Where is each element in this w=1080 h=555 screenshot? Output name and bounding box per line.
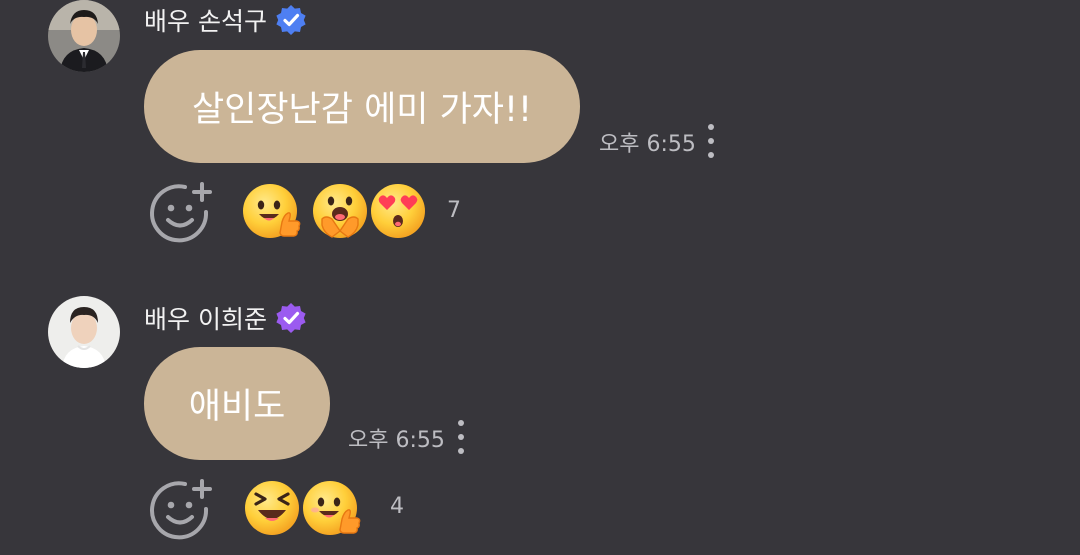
message-text: 살인장난감 에미 가자!!	[191, 90, 533, 130]
add-reaction-icon[interactable]	[148, 478, 214, 544]
sender-name-row: 배우 이희준	[144, 300, 307, 336]
reaction-count: 4	[390, 494, 404, 519]
sender-name[interactable]: 배우 손석구	[144, 2, 267, 38]
avatar-sender-2[interactable]	[48, 296, 120, 368]
message-time: 오후 6:55	[599, 132, 696, 157]
avatar-sender-1[interactable]	[48, 0, 120, 72]
thumbs-up-emoji[interactable]	[242, 181, 302, 241]
heart-eyes-emoji[interactable]	[368, 181, 428, 241]
add-reaction-icon[interactable]	[148, 181, 214, 247]
more-options-icon[interactable]	[705, 124, 717, 158]
thumbs-up-emoji[interactable]	[302, 478, 362, 538]
sender-name[interactable]: 배우 이희준	[144, 300, 267, 336]
avatar-image	[48, 0, 120, 72]
message-text: 애비도	[188, 387, 286, 427]
reaction-count: 7	[447, 198, 461, 223]
verified-badge-icon	[276, 5, 306, 35]
avatar-image	[48, 296, 120, 368]
more-options-icon[interactable]	[455, 420, 467, 454]
laughing-emoji[interactable]	[242, 478, 302, 538]
clapping-emoji[interactable]	[310, 181, 370, 241]
message-time: 오후 6:55	[348, 428, 445, 453]
sender-name-row: 배우 손석구	[144, 2, 307, 38]
message-bubble[interactable]: 살인장난감 에미 가자!!	[144, 50, 580, 163]
verified-badge-icon	[276, 303, 306, 333]
message-bubble[interactable]: 애비도	[144, 347, 330, 460]
